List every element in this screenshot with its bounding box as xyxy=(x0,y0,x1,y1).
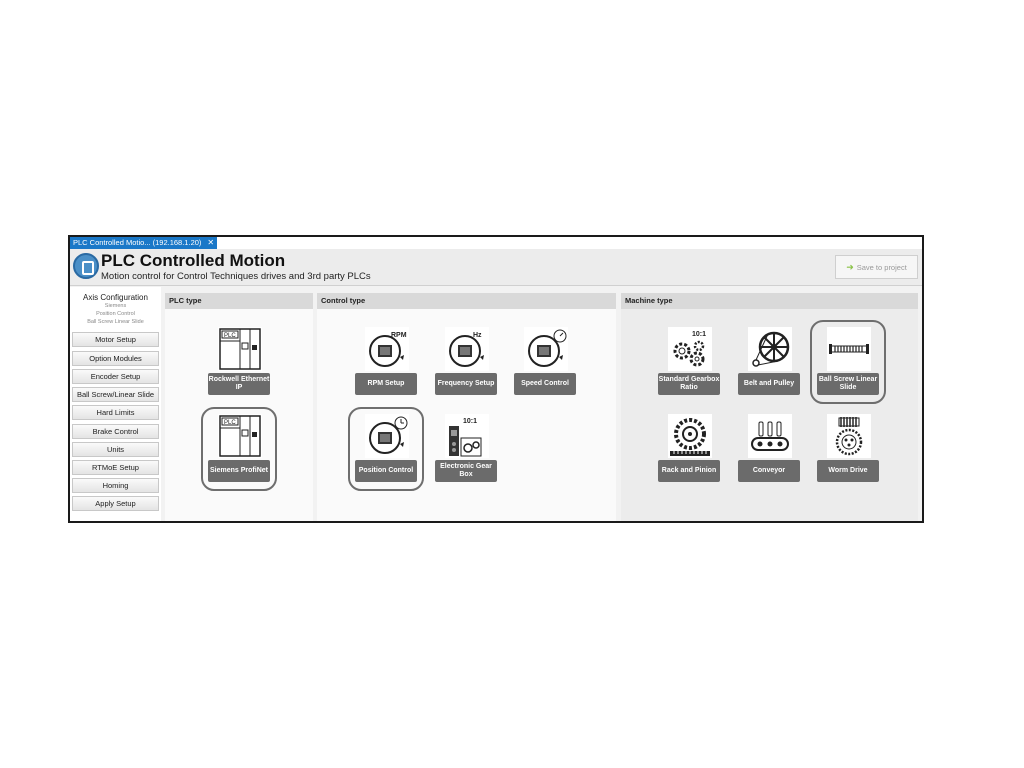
tile-label: Conveyor xyxy=(738,460,800,482)
tile-label: Worm Drive xyxy=(817,460,879,482)
tile-label: Electronic Gear Box xyxy=(435,460,497,482)
conveyor-icon xyxy=(748,414,792,458)
rack-pinion-icon xyxy=(668,414,712,458)
sidebar-item-brake-control[interactable]: Brake Control xyxy=(72,424,159,439)
plc-type-panel: PLC type PLC Rockwell Ethernet IP PLC Si… xyxy=(165,293,313,521)
sidebar-item-encoder-setup[interactable]: Encoder Setup xyxy=(72,369,159,384)
sidebar-item-homing[interactable]: Homing xyxy=(72,478,159,493)
ball-screw-icon xyxy=(827,327,871,371)
sidebar-summary-control: Position Control xyxy=(96,311,135,317)
tile-label: Rack and Pinion xyxy=(658,460,720,482)
close-icon[interactable]: ✕ xyxy=(207,237,214,249)
tile-label: Frequency Setup xyxy=(435,373,497,395)
sidebar-item-motor-setup[interactable]: Motor Setup xyxy=(72,332,159,347)
sidebar-item-units[interactable]: Units xyxy=(72,442,159,457)
sidebar-item-ball-screw[interactable]: Ball Screw/Linear Slide xyxy=(72,387,159,402)
plc-type-heading: PLC type xyxy=(165,293,313,309)
machine-type-heading: Machine type xyxy=(621,293,918,309)
motor-hz-icon: Hz xyxy=(445,327,489,371)
tile-label: Speed Control xyxy=(514,373,576,395)
tile-rack-and-pinion[interactable]: Rack and Pinion xyxy=(658,414,720,484)
plc-rack-icon: PLC xyxy=(218,414,262,458)
tile-rpm-setup[interactable]: RPM RPM Setup xyxy=(355,327,417,397)
page-header: PLC Controlled Motion Motion control for… xyxy=(70,249,922,286)
tile-speed-control[interactable]: Speed Control xyxy=(514,327,576,397)
gearbox-icon: 10:1 xyxy=(445,414,489,458)
control-type-panel: Control type RPM RPM Setup Hz Frequency … xyxy=(317,293,616,521)
machine-type-panel: Machine type 10:1 Standard Gearbox Ratio… xyxy=(621,293,918,521)
control-type-heading: Control type xyxy=(317,293,616,309)
sidebar-summary-plc: Siemens xyxy=(104,303,127,309)
tile-conveyor[interactable]: Conveyor xyxy=(738,414,800,484)
pulley-icon xyxy=(748,327,792,371)
app-logo-icon xyxy=(73,253,99,279)
tile-standard-gearbox-ratio[interactable]: 10:1 Standard Gearbox Ratio xyxy=(658,327,720,397)
tile-worm-drive[interactable]: Worm Drive xyxy=(817,414,879,484)
tile-label: RPM Setup xyxy=(355,373,417,395)
rpm-badge: RPM xyxy=(391,332,407,339)
tile-belt-and-pulley[interactable]: Belt and Pulley xyxy=(738,327,800,397)
tile-label: Rockwell Ethernet IP xyxy=(208,373,270,395)
sidebar-summary-machine: Ball Screw Linear Slide xyxy=(87,319,144,325)
ratio-badge: 10:1 xyxy=(463,418,477,425)
tile-label: Position Control xyxy=(355,460,417,482)
gears-icon: 10:1 xyxy=(668,327,712,371)
sidebar-item-hard-limits[interactable]: Hard Limits xyxy=(72,405,159,420)
svg-text:PLC: PLC xyxy=(224,333,236,339)
sidebar: Axis Configuration Siemens Position Cont… xyxy=(70,287,161,521)
sidebar-item-rtmoe-setup[interactable]: RTMoE Setup xyxy=(72,460,159,475)
svg-text:PLC: PLC xyxy=(224,420,236,426)
tile-label: Belt and Pulley xyxy=(738,373,800,395)
sidebar-item-apply-setup[interactable]: Apply Setup xyxy=(72,496,159,511)
motor-speed-icon xyxy=(524,327,568,371)
hz-badge: Hz xyxy=(473,332,482,339)
tile-rockwell-ethernet-ip[interactable]: PLC Rockwell Ethernet IP xyxy=(208,327,270,397)
motor-rpm-icon: RPM xyxy=(365,327,409,371)
page-subtitle: Motion control for Control Techniques dr… xyxy=(101,271,371,282)
page-title: PLC Controlled Motion xyxy=(101,251,286,270)
save-label: Save to project xyxy=(856,262,907,272)
worm-drive-icon xyxy=(827,414,871,458)
arrow-right-icon: ➜ xyxy=(846,261,854,272)
tile-electronic-gear-box[interactable]: 10:1 Electronic Gear Box xyxy=(435,414,497,484)
tab-label: PLC Controlled Motio... (192.168.1.20) xyxy=(73,238,202,247)
sidebar-title: Axis Configuration xyxy=(83,293,148,302)
save-to-project-button[interactable]: ➜ Save to project xyxy=(835,255,918,279)
tile-label: Ball Screw Linear Slide xyxy=(817,373,879,395)
tile-siemens-profinet[interactable]: PLC Siemens ProfiNet xyxy=(201,407,277,491)
motor-position-icon xyxy=(365,414,409,458)
app-window: PLC Controlled Motio... (192.168.1.20) ✕… xyxy=(68,235,924,523)
tab-plc-controlled-motion[interactable]: PLC Controlled Motio... (192.168.1.20) ✕ xyxy=(70,237,218,249)
tile-frequency-setup[interactable]: Hz Frequency Setup xyxy=(435,327,497,397)
plc-rack-icon: PLC xyxy=(218,327,262,371)
tile-ball-screw-linear-slide[interactable]: Ball Screw Linear Slide xyxy=(810,320,886,404)
sidebar-item-option-modules[interactable]: Option Modules xyxy=(72,351,159,366)
ratio-badge: 10:1 xyxy=(692,331,706,338)
tile-label: Siemens ProfiNet xyxy=(208,460,270,482)
tile-position-control[interactable]: Position Control xyxy=(348,407,424,491)
tile-label: Standard Gearbox Ratio xyxy=(658,373,720,395)
